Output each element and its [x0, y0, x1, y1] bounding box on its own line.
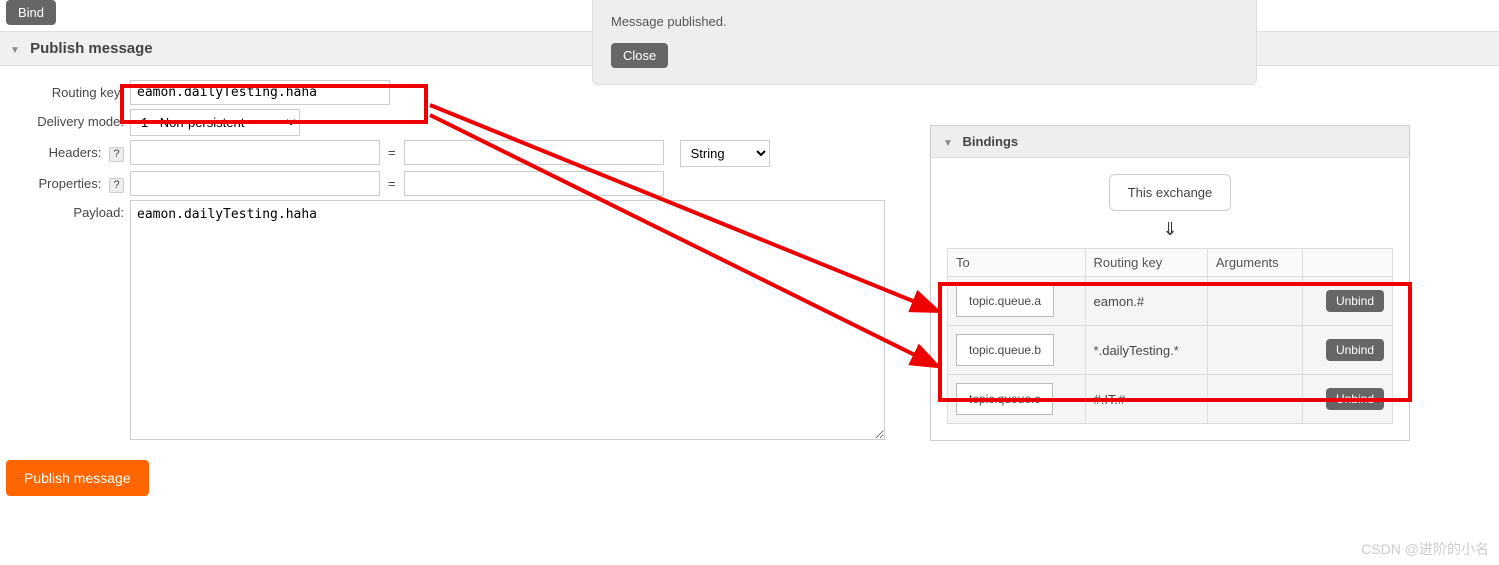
collapse-triangle-icon: ▼ — [943, 138, 953, 149]
bindings-table: To Routing key Arguments topic.queue.a e… — [947, 248, 1393, 424]
header-type-select[interactable]: String — [680, 140, 770, 167]
unbind-button[interactable]: Unbind — [1326, 290, 1384, 312]
equals-sign: = — [380, 171, 404, 196]
unbind-button[interactable]: Unbind — [1326, 388, 1384, 410]
watermark: CSDN @进阶的小名 — [1361, 539, 1489, 559]
table-row: topic.queue.c #.IT.# Unbind — [948, 375, 1393, 424]
col-action — [1303, 249, 1393, 277]
property-key-input[interactable] — [130, 171, 380, 196]
delivery-mode-select[interactable]: 1 - Non-persistent — [130, 109, 300, 136]
routing-key-cell: #.IT.# — [1085, 375, 1207, 424]
collapse-triangle-icon: ▼ — [10, 45, 20, 56]
bindings-panel: ▼ Bindings This exchange ⇓ To Routing ke… — [930, 125, 1410, 441]
this-exchange-box: This exchange — [1109, 174, 1232, 211]
routing-key-input[interactable] — [130, 80, 390, 105]
unbind-button[interactable]: Unbind — [1326, 339, 1384, 361]
bindings-title: Bindings — [963, 134, 1019, 149]
publish-section-title: Publish message — [30, 40, 153, 57]
routing-key-label: Routing key: — [0, 80, 130, 100]
notification-text: Message published. — [611, 14, 1238, 29]
queue-link[interactable]: topic.queue.c — [956, 383, 1053, 415]
routing-key-cell: *.dailyTesting.* — [1085, 326, 1207, 375]
table-row: topic.queue.b *.dailyTesting.* Unbind — [948, 326, 1393, 375]
queue-link[interactable]: topic.queue.b — [956, 334, 1054, 366]
routing-key-cell: eamon.# — [1085, 277, 1207, 326]
headers-label: Headers: — [49, 145, 102, 160]
arguments-cell — [1207, 375, 1302, 424]
delivery-mode-label: Delivery mode: — [0, 109, 130, 129]
queue-link[interactable]: topic.queue.a — [956, 285, 1054, 317]
table-row: topic.queue.a eamon.# Unbind — [948, 277, 1393, 326]
bind-button[interactable]: Bind — [6, 0, 56, 25]
col-arguments: Arguments — [1207, 249, 1302, 277]
help-icon[interactable]: ? — [109, 178, 124, 193]
property-value-input[interactable] — [404, 171, 664, 196]
header-value-input[interactable] — [404, 140, 664, 165]
col-routing: Routing key — [1085, 249, 1207, 277]
notification-popup: Message published. Close — [592, 0, 1257, 85]
properties-label: Properties: — [39, 176, 102, 191]
arguments-cell — [1207, 326, 1302, 375]
bindings-header[interactable]: ▼ Bindings — [931, 126, 1409, 158]
payload-label: Payload: — [0, 200, 130, 220]
close-button[interactable]: Close — [611, 43, 668, 68]
help-icon[interactable]: ? — [109, 147, 124, 162]
payload-textarea[interactable]: eamon.dailyTesting.haha — [130, 200, 885, 440]
header-key-input[interactable] — [130, 140, 380, 165]
down-arrow-icon: ⇓ — [947, 219, 1393, 240]
col-to: To — [948, 249, 1086, 277]
equals-sign: = — [380, 140, 404, 165]
arguments-cell — [1207, 277, 1302, 326]
publish-message-button[interactable]: Publish message — [6, 460, 149, 496]
